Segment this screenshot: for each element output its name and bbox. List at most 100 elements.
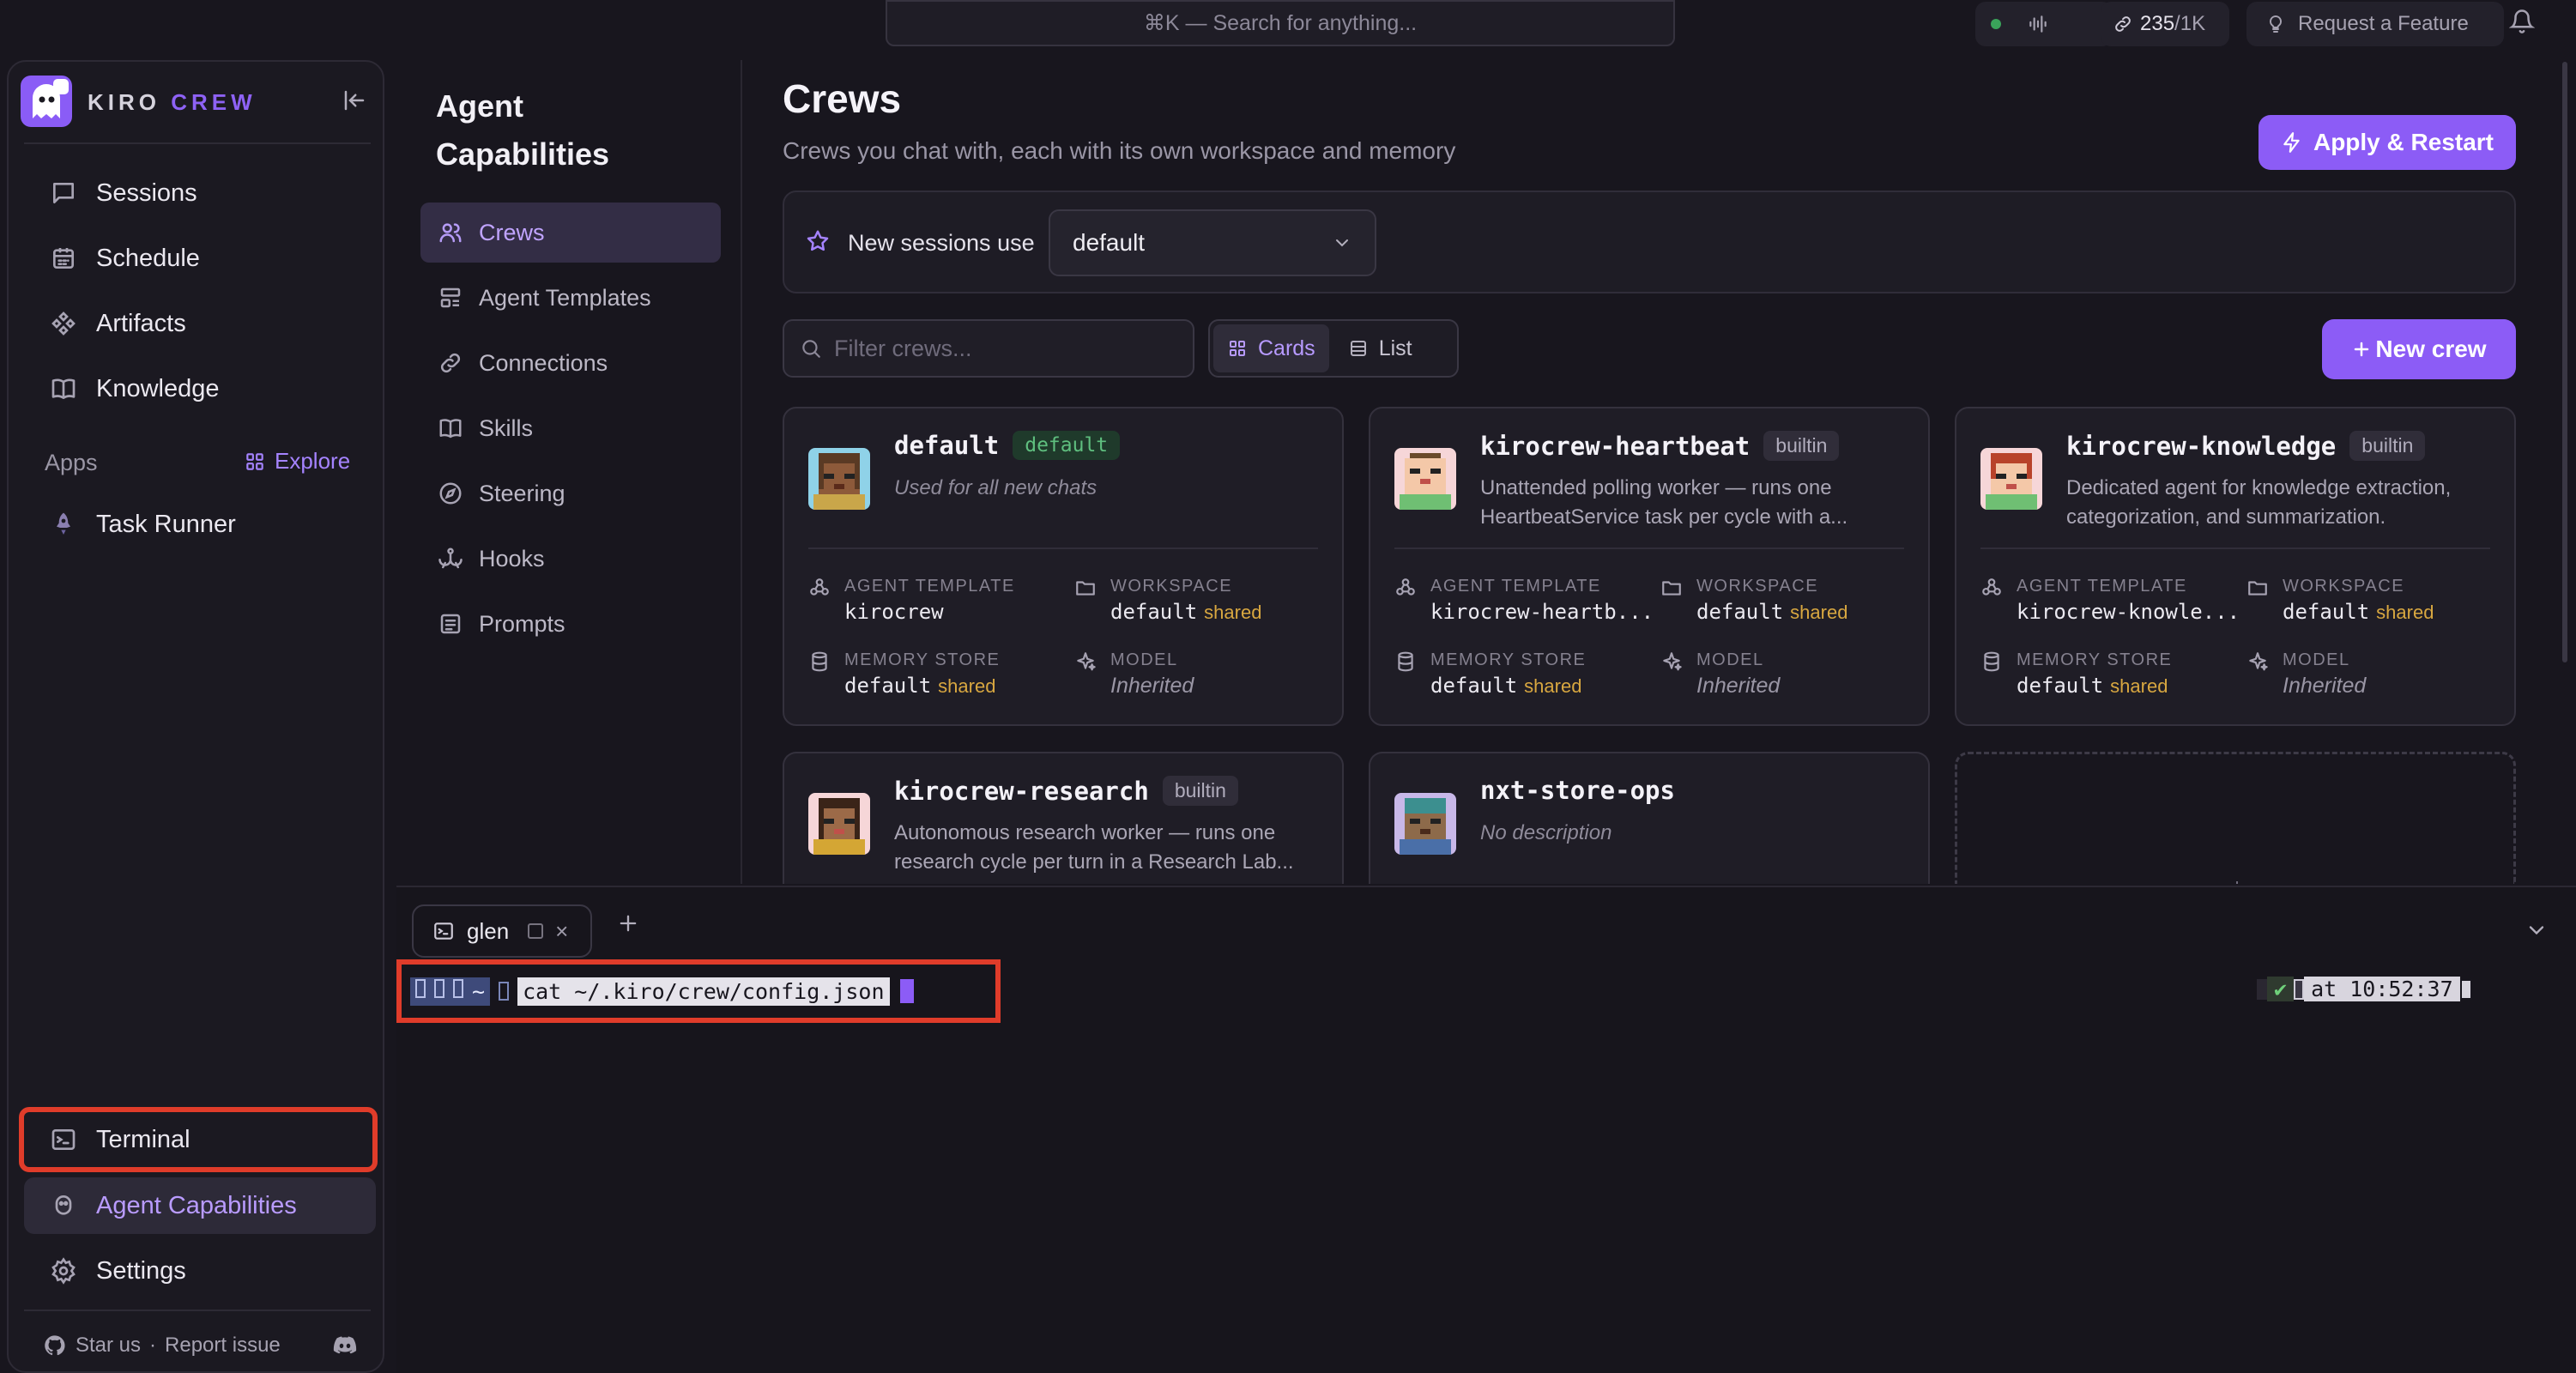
network-icon: [1394, 577, 1417, 624]
terminal-tab[interactable]: glen ×: [412, 904, 592, 958]
select-value: default: [1073, 229, 1146, 256]
view-cards-label: Cards: [1258, 336, 1315, 360]
link-icon: [438, 350, 463, 376]
sidebar-item-label: Agent Capabilities: [96, 1191, 297, 1219]
crew-card-kirocrew-knowledge[interactable]: kirocrew-knowledge builtin Dedicated age…: [1955, 407, 2516, 726]
crew-card-kirocrew-heartbeat[interactable]: kirocrew-heartbeat builtin Unattended po…: [1369, 407, 1930, 726]
filter-crews-input[interactable]: Filter crews...: [783, 319, 1194, 378]
tab-label: Hooks: [479, 545, 545, 572]
sidebar-item-agent-capabilities[interactable]: Agent Capabilities: [24, 1177, 376, 1234]
app-item-task-runner[interactable]: Task Runner: [24, 496, 376, 553]
tab-connections[interactable]: Connections: [420, 333, 721, 393]
collapse-terminal-icon[interactable]: [2525, 918, 2549, 942]
hook-icon: [438, 546, 463, 572]
meta-workspace: WORKSPACE default shared: [1074, 577, 1261, 624]
sidebar-item-schedule[interactable]: Schedule: [24, 230, 376, 287]
sidebar-item-label: Knowledge: [96, 374, 220, 402]
new-terminal-icon[interactable]: [616, 911, 640, 935]
meta-workspace: WORKSPACE default shared: [2246, 577, 2434, 624]
terminal-icon: [432, 920, 455, 942]
star-us-link[interactable]: Star us: [76, 1334, 141, 1358]
tab-agent-templates[interactable]: Agent Templates: [420, 268, 721, 328]
network-icon: [1980, 577, 2003, 624]
meta-agent-template: AGENT TEMPLATE kirocrew: [808, 577, 1015, 624]
tab-prompts[interactable]: Prompts: [420, 594, 721, 654]
crew-card-kirocrew-research[interactable]: kirocrew-research builtin Autonomous res…: [783, 752, 1344, 884]
view-cards-button[interactable]: Cards: [1213, 324, 1329, 372]
prompt-segment: ~: [410, 977, 491, 1006]
default-crew-select[interactable]: default: [1049, 209, 1376, 276]
folder-icon: [1660, 577, 1683, 624]
crews-main: Crews Crews you chat with, each with its…: [783, 60, 2516, 884]
sidebar-item-knowledge[interactable]: Knowledge: [24, 360, 376, 417]
glyph-icon: [2257, 978, 2267, 1000]
meta-value: kirocrew: [844, 600, 944, 624]
new-sessions-label: New sessions use: [848, 230, 1035, 256]
status-pill[interactable]: [1975, 2, 2113, 46]
sidebar-item-terminal[interactable]: Terminal: [19, 1107, 378, 1172]
lightbulb-icon: [2265, 14, 2286, 34]
meta-value: kirocrew-heartb...: [1430, 600, 1654, 624]
tab-crews[interactable]: Crews: [420, 203, 721, 263]
github-icon[interactable]: [43, 1334, 67, 1358]
users-icon: [438, 220, 463, 245]
tab-hooks[interactable]: Hooks: [420, 529, 721, 589]
view-list-label: List: [1378, 336, 1412, 360]
terminal-tab-label: glen: [467, 917, 510, 944]
add-crew-placeholder[interactable]: [1955, 752, 2516, 884]
terminal-right-prompt: ✔ at 10:52:37: [2257, 977, 2472, 1001]
close-icon[interactable]: ×: [555, 918, 568, 945]
gear-icon: [50, 1257, 77, 1285]
tab-steering[interactable]: Steering: [420, 463, 721, 523]
app-item-label: Task Runner: [96, 510, 236, 538]
meta-memory-store: MEMORY STORE default shared: [1394, 650, 1586, 698]
new-crew-button[interactable]: New crew: [2322, 319, 2516, 379]
meta-label: MEMORY STORE: [844, 650, 1001, 669]
waveform-icon[interactable]: [2027, 13, 2049, 35]
meta-label: AGENT TEMPLATE: [2017, 577, 2187, 596]
usage-pill[interactable]: 235/1K: [2101, 2, 2229, 46]
database-icon: [808, 650, 831, 698]
maximize-icon[interactable]: [528, 923, 544, 939]
command-search-bar[interactable]: ⌘K — Search for anything...: [886, 0, 1675, 46]
main-scrollbar[interactable]: [2562, 62, 2567, 662]
apply-restart-button[interactable]: Apply & Restart: [2259, 115, 2516, 170]
link-icon: [2113, 14, 2133, 34]
meta-value: Inherited: [1110, 674, 1194, 698]
bell-icon[interactable]: [2509, 9, 2535, 34]
terminal-prompt-line[interactable]: ~ cat ~/.kiro/crew/config.json: [396, 959, 1001, 1023]
request-feature-button[interactable]: Request a Feature: [2246, 2, 2504, 46]
tab-skills[interactable]: Skills: [420, 398, 721, 458]
shared-tag: shared: [2376, 602, 2434, 623]
meta-workspace: WORKSPACE default shared: [1660, 577, 1847, 624]
collapse-sidebar-icon[interactable]: [342, 88, 367, 113]
capabilities-title-line2: Capabilities: [436, 136, 610, 172]
tab-label: Steering: [479, 480, 565, 506]
sidebar-footer: Star us · Report issue: [43, 1334, 281, 1358]
crew-description: Used for all new chats: [894, 476, 1098, 499]
sidebar-divider: [24, 142, 371, 144]
sidebar-item-sessions[interactable]: Sessions: [24, 165, 376, 221]
crew-card-nxt-store-ops[interactable]: nxt-store-ops No description: [1369, 752, 1930, 884]
capabilities-nav: Agent Capabilities Crews Agent Templates…: [403, 60, 742, 884]
crew-name: nxt-store-ops: [1480, 776, 1675, 805]
explore-apps-link[interactable]: Explore: [244, 448, 350, 475]
capabilities-title: Agent Capabilities: [436, 82, 609, 178]
crew-name-text: kirocrew-knowledge: [2066, 431, 2337, 461]
search-icon: [800, 337, 822, 360]
crew-description: No description: [1480, 821, 1612, 844]
crew-name-text: nxt-store-ops: [1480, 776, 1675, 805]
sidebar-item-artifacts[interactable]: Artifacts: [24, 295, 376, 352]
sidebar-item-settings[interactable]: Settings: [24, 1243, 376, 1299]
database-icon: [1980, 650, 2003, 698]
filter-placeholder: Filter crews...: [834, 335, 972, 361]
crew-card-default[interactable]: default default Used for all new chats A…: [783, 407, 1344, 726]
page-subtitle: Crews you chat with, each with its own w…: [783, 137, 1456, 164]
meta-memory-store: MEMORY STORE default shared: [808, 650, 1000, 698]
tab-label: Agent Templates: [479, 284, 651, 311]
crew-badge: builtin: [2349, 431, 2426, 461]
view-list-button[interactable]: List: [1334, 324, 1426, 372]
report-issue-link[interactable]: Report issue: [165, 1334, 281, 1358]
glyph-icon: [415, 978, 426, 998]
discord-icon[interactable]: [331, 1332, 359, 1359]
